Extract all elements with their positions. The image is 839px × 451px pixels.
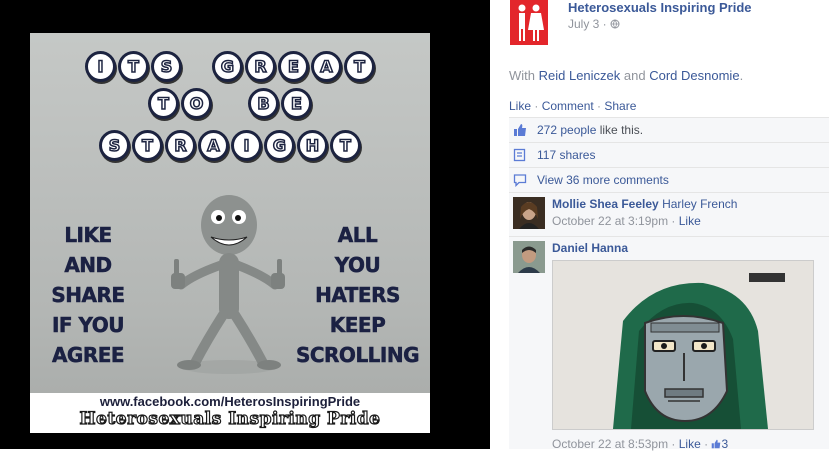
meme-right-caption: ALL YOU HATERS KEEP SCROLLING	[285, 220, 430, 370]
with-tagged-line: With Reid Leniczek and Cord Desnomie.	[509, 68, 743, 83]
meme-letter: A	[311, 51, 342, 82]
meta-separator: ·	[668, 214, 679, 228]
meme-footer: www.facebook.com/HeterosInspiringPride H…	[30, 393, 430, 433]
meme-letter: I	[231, 130, 262, 161]
meme-letter: T	[344, 51, 375, 82]
meme-word: SCROLLING	[295, 343, 420, 368]
meme-word: HATERS	[315, 283, 401, 308]
comment-body: Mollie Shea Feeley Harley French	[552, 197, 737, 211]
more-comments-row[interactable]: View 36 more comments	[509, 167, 829, 192]
meme-letter: T	[330, 130, 361, 161]
photo-viewer: I T S G R E A T T O B E S T R A I G H T	[0, 0, 490, 449]
feedback-panel: 272 people like this. 117 shares View 36…	[509, 117, 829, 451]
meme-letter: T	[118, 51, 149, 82]
meme-title-line-1: I T S G R E A T	[30, 51, 430, 82]
share-icon	[513, 148, 526, 162]
thumbs-up-alien-figure	[171, 195, 285, 374]
avatar[interactable]	[513, 197, 545, 229]
view-more-comments-link[interactable]: View 36 more comments	[537, 173, 669, 187]
meme-letter: S	[99, 130, 130, 161]
meme-letter: R	[165, 130, 196, 161]
meme-letter: E	[281, 88, 312, 119]
page-name-link[interactable]: Heterosexuals Inspiring Pride	[568, 0, 752, 15]
meme-letter: T	[132, 130, 163, 161]
likes-count-link[interactable]: 272 people	[537, 123, 596, 137]
meme-letter: H	[297, 130, 328, 161]
meme-letter: G	[212, 51, 243, 82]
and-text: and	[623, 68, 646, 83]
meme-letter: S	[151, 51, 182, 82]
with-prefix: With	[509, 68, 535, 83]
meme-word: YOU	[334, 253, 381, 278]
post-timestamp[interactable]: July 3 ·	[568, 17, 620, 31]
thumbs-up-icon	[712, 439, 721, 449]
meme-letter: E	[278, 51, 309, 82]
meme-letter: R	[245, 51, 276, 82]
comment-timestamp[interactable]: October 22 at 3:19pm	[552, 214, 668, 228]
meme-left-caption: LIKE AND SHARE IF YOU AGREE	[38, 220, 138, 370]
post-date-text[interactable]: July 3 ·	[568, 17, 607, 31]
comment-body: Daniel Hanna	[552, 241, 628, 255]
comment-item: Mollie Shea Feeley Harley French October…	[509, 192, 829, 236]
meme-word: IF YOU	[51, 313, 125, 338]
meme-letter: A	[198, 130, 229, 161]
comment-like-link[interactable]: Like	[679, 214, 701, 228]
share-link[interactable]: Share	[604, 99, 636, 113]
meme-url-text: www.facebook.com/HeterosInspiringPride	[99, 394, 361, 409]
meme-letter: I	[85, 51, 116, 82]
globe-icon	[610, 19, 620, 29]
post-sidebar: Heterosexuals Inspiring Pride July 3 · W…	[490, 0, 839, 451]
meme-word: AGREE	[51, 343, 125, 368]
comment-link[interactable]: Comment	[542, 99, 594, 113]
tagged-user-link[interactable]: Cord Desnomie	[649, 68, 739, 83]
meme-letter: O	[181, 88, 212, 119]
action-separator: ·	[593, 99, 605, 113]
comment-author-link[interactable]: Daniel Hanna	[552, 241, 628, 255]
meme-image[interactable]: I T S G R E A T T O B E S T R A I G H T	[30, 33, 430, 433]
comment-meta: October 22 at 3:19pm · Like	[552, 214, 701, 228]
comment-author-link[interactable]: Mollie Shea Feeley	[552, 197, 659, 211]
meme-title-line-2: T O B E	[30, 88, 430, 119]
avatar[interactable]	[513, 241, 545, 273]
period-text: .	[739, 68, 744, 83]
comment-item: Daniel Hanna October 22 at 8:53pm · Like…	[509, 236, 829, 451]
action-separator: ·	[531, 99, 542, 113]
meme-letter: B	[248, 88, 279, 119]
meme-word: ALL	[337, 223, 378, 248]
meme-title-line-3: S T R A I G H T	[30, 130, 430, 161]
post-actions: Like · Comment · Share	[509, 99, 636, 113]
tagged-user-link[interactable]: Reid Leniczek	[539, 68, 621, 83]
meme-letter: T	[148, 88, 179, 119]
meme-letter: G	[264, 130, 295, 161]
page-avatar-icon[interactable]	[510, 0, 548, 45]
likes-suffix: like this.	[596, 123, 644, 137]
like-link[interactable]: Like	[509, 99, 531, 113]
meme-word: SHARE	[51, 283, 125, 308]
meme-word: KEEP	[329, 313, 386, 338]
meme-word: AND	[64, 253, 112, 278]
shares-count-link[interactable]: 117 shares	[537, 148, 595, 162]
shares-row: 117 shares	[509, 142, 829, 167]
comment-image-attachment[interactable]	[552, 260, 814, 430]
thumbs-up-icon	[514, 124, 526, 136]
meme-word: LIKE	[64, 223, 112, 248]
mentioned-user-link[interactable]: Harley French	[662, 197, 737, 211]
likes-row: 272 people like this.	[509, 117, 829, 142]
likes-summary: 272 people like this.	[537, 123, 643, 137]
meme-brand-text: Heterosexuals Inspiring Pride	[79, 408, 381, 429]
comment-icon	[513, 174, 527, 187]
